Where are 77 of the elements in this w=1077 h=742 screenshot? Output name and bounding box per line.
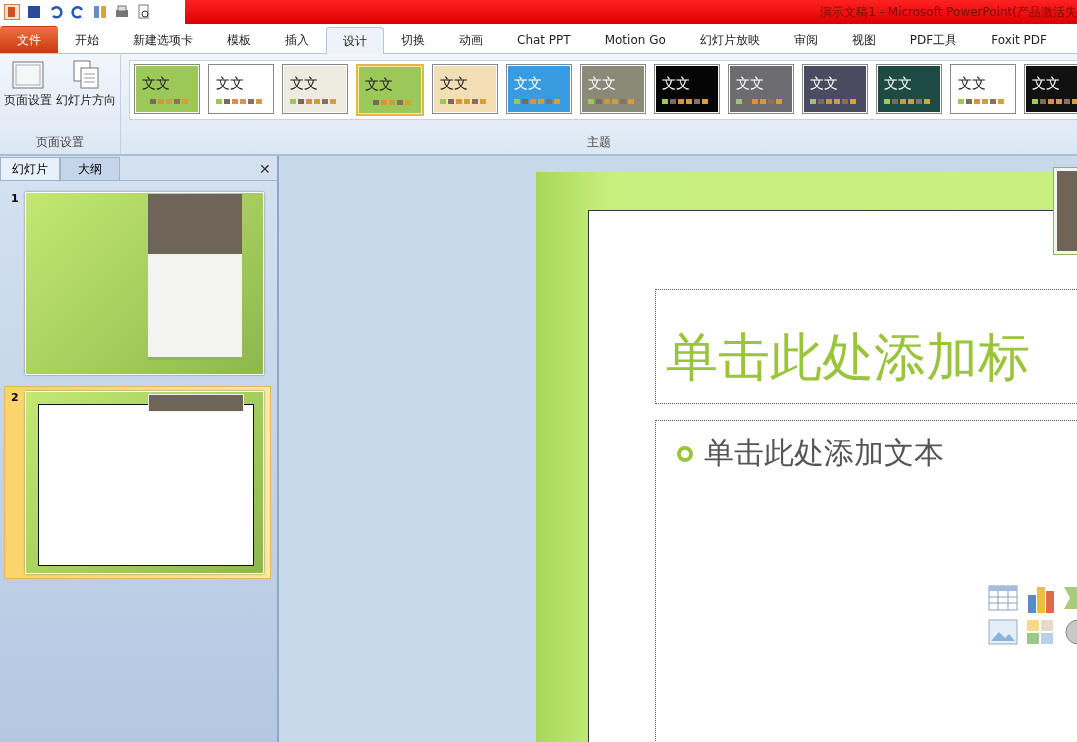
group-label: 页面设置 [35, 134, 85, 151]
undo-button[interactable] [48, 4, 64, 20]
ribbon-tab[interactable]: 视图 [834, 26, 893, 53]
print-preview-button[interactable] [136, 4, 152, 20]
theme-sample-text: 文文 [365, 75, 394, 94]
theme-thumbnail[interactable]: 文文 [802, 64, 868, 114]
theme-sample-text: 文文 [588, 74, 617, 93]
slide-number: 1 [11, 192, 17, 207]
ribbon-tab[interactable]: 插入 [268, 26, 326, 53]
theme-sample-text: 文文 [662, 74, 691, 93]
window-title: 演示文稿1 - Microsoft PowerPoint(产品激活失 [820, 3, 1077, 21]
theme-sample-text: 文文 [440, 74, 469, 93]
theme-thumbnail[interactable]: 文文 [1024, 64, 1077, 114]
theme-sample-text: 文文 [884, 74, 913, 93]
bar-chart-icon[interactable] [1026, 585, 1056, 614]
slide-thumbnail[interactable] [25, 192, 264, 375]
theme-thumbnail[interactable]: 文文 [876, 64, 942, 114]
redo-button[interactable] [70, 4, 86, 20]
ribbon-tab[interactable]: 审阅 [776, 26, 835, 53]
slide-thumbnail[interactable] [25, 391, 264, 574]
layout-icon [92, 4, 108, 20]
slide-number: 2 [11, 391, 17, 406]
theme-thumbnail[interactable]: 文文 [356, 64, 424, 116]
theme-sample-text: 文文 [958, 74, 987, 93]
redo-icon [70, 4, 86, 20]
ribbon-tab[interactable]: PDF工具 [892, 26, 975, 53]
theme-thumbnail[interactable]: 文文 [282, 64, 348, 114]
close-button[interactable]: ✕ [253, 161, 277, 180]
theme-sample-text: 文文 [810, 74, 839, 93]
theme-sample-text: 文文 [736, 74, 765, 93]
ribbon-tab[interactable]: 切换 [384, 26, 442, 53]
printer-button[interactable] [114, 4, 130, 20]
theme-thumbnail[interactable]: 文文 [432, 64, 498, 114]
save-button[interactable] [26, 4, 42, 20]
color-swatch-strip [1032, 98, 1077, 104]
ribbon-tab[interactable]: Motion Go [587, 26, 683, 53]
ribbon-tab[interactable]: 模板 [210, 26, 268, 53]
ribbon-tab[interactable]: Chat PPT [500, 26, 588, 53]
theme-thumbnail[interactable]: 文文 [654, 64, 720, 114]
body-placeholder[interactable]: 单击此处添加文本 [655, 420, 1077, 742]
app-logo-icon [4, 4, 20, 20]
panel-tab[interactable]: 幻灯片 [0, 157, 60, 180]
save-icon [26, 4, 42, 20]
page-frame-icon [12, 60, 44, 90]
theme-thumbnail[interactable]: 文文 [728, 64, 794, 114]
theme-thumbnail[interactable]: 文文 [208, 64, 274, 114]
slide-thumbnail-row[interactable]: 2 [4, 386, 271, 579]
undo-icon [48, 4, 64, 20]
theme-thumbnail[interactable]: 文文 [134, 64, 200, 114]
ribbon-tab[interactable]: 幻灯片放映 [682, 26, 777, 53]
film-reel-icon[interactable] [1064, 619, 1077, 646]
pages-icon [70, 60, 102, 90]
theme-sample-text: 文文 [142, 74, 171, 93]
file-menu-tab[interactable]: 文件 [0, 26, 58, 53]
group-label: 主题 [586, 134, 612, 151]
theme-sample-text: 文文 [514, 74, 543, 93]
theme-sample-text: 文文 [216, 74, 245, 93]
panel-tab[interactable]: 大纲 [60, 157, 120, 180]
printer-icon [114, 4, 130, 20]
clip-art-icon[interactable] [1026, 619, 1054, 646]
body-placeholder-text: 单击此处添加文本 [704, 434, 944, 473]
theme-thumbnail[interactable]: 文文 [580, 64, 646, 114]
theme-thumbnail[interactable]: 文文 [950, 64, 1016, 114]
print-preview-icon [136, 4, 152, 20]
layout-button[interactable] [92, 4, 108, 20]
theme-sample-text: 文文 [1032, 74, 1061, 93]
ribbon-tab[interactable]: 开始 [58, 26, 116, 53]
ribbon-tab[interactable]: 动画 [442, 26, 500, 53]
ribbon-tab[interactable]: Foxit PDF [974, 26, 1064, 53]
ribbon-button[interactable]: 幻灯片方向 [56, 60, 116, 109]
bullet-icon [676, 444, 694, 463]
slide-thumbnail-row[interactable]: 1 [4, 187, 271, 380]
ribbon-tab[interactable]: 新建选项卡 [116, 26, 210, 53]
title-placeholder-text: 单击此处添加标 [666, 326, 1030, 390]
ribbon-tab[interactable]: 设计 [326, 27, 384, 54]
theme-sample-text: 文文 [290, 74, 319, 93]
ribbon-button[interactable]: 页面设置 [4, 60, 52, 109]
